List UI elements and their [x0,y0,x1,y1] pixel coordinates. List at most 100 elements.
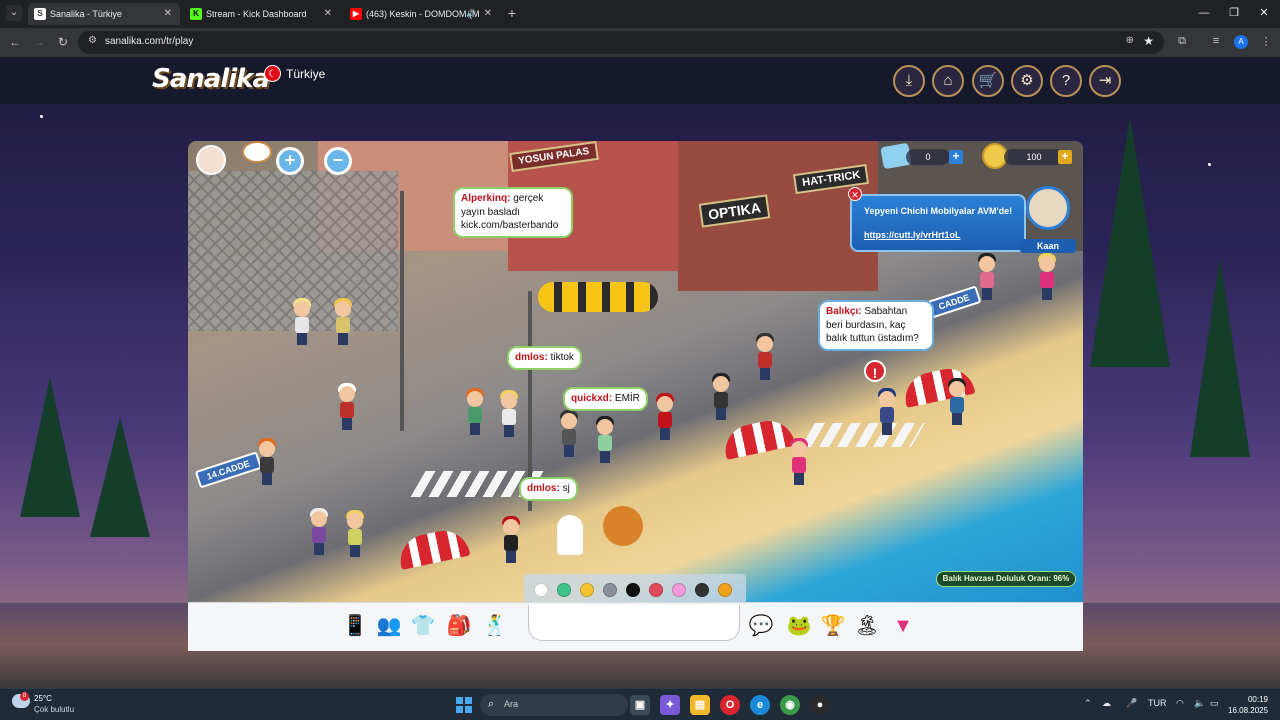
microphone-icon[interactable]: 🎤 [1126,698,1137,709]
swatch-orange[interactable] [718,583,732,597]
opera-icon[interactable]: O [720,695,740,715]
pet-icon[interactable]: 🐸 [784,611,814,641]
avatar[interactable] [878,388,896,435]
volume-icon[interactable]: 🔈 [1194,698,1205,709]
chrome-icon[interactable]: ◉ [780,695,800,715]
extensions-icon[interactable]: ⧉ [1174,35,1190,48]
avatar[interactable] [466,388,484,435]
restore-button[interactable]: ❐ [1224,4,1244,22]
home-button[interactable]: ⌂ [932,65,964,97]
tray-overflow-icon[interactable]: ⌃ [1084,698,1092,709]
close-tab-icon[interactable]: ✕ [164,3,172,25]
avatar[interactable] [500,390,518,437]
avatar[interactable] [948,378,966,425]
npc-avatar[interactable] [1026,186,1070,230]
avatar[interactable] [502,516,520,563]
chat-icon[interactable]: 💬 [746,611,776,641]
chat-username[interactable]: Alperkinq: [461,193,510,204]
avatar[interactable] [346,510,364,557]
chat-username[interactable]: Balıkçı: [826,306,862,317]
browser-menu-icon[interactable]: ⋮ [1258,35,1274,48]
battery-icon[interactable]: ▭ [1210,698,1219,709]
help-button[interactable]: ? [1050,65,1082,97]
announcement-banner[interactable]: Yepyeni Chichi Mobilyalar AVM'de! https:… [850,194,1026,252]
shop-cart-button[interactable]: 🛒 [972,65,1004,97]
back-button[interactable]: ← [6,34,24,50]
close-window-button[interactable]: ✕ [1254,4,1274,22]
zoom-in-button[interactable]: + [276,147,304,175]
language-indicator[interactable]: TUR [1148,698,1167,708]
avatar[interactable] [790,438,808,485]
avatar[interactable] [334,298,352,345]
avatar[interactable] [310,508,328,555]
tab-sanalika[interactable]: S Sanalika - Türkiye ✕ [28,3,180,25]
tab-kick-dashboard[interactable]: K Stream - Kick Dashboard ✕ [184,3,340,25]
chat-username[interactable]: dmlos: [515,352,548,363]
taskbar-clock[interactable]: 00:19 16.08.2025 [1228,694,1268,716]
edge-icon[interactable]: e [750,695,770,715]
add-diamonds-button[interactable]: + [949,150,963,164]
chat-username[interactable]: dmlos: [527,483,560,494]
chat-input[interactable] [528,605,740,641]
settings-button[interactable]: ⚙ [1011,65,1043,97]
close-tab-icon[interactable]: ✕ [484,3,492,25]
add-coins-button[interactable]: + [1058,150,1072,164]
phone-icon[interactable]: 📱 [340,611,370,641]
avatar[interactable] [712,373,730,420]
weather-desc[interactable]: Çok bulutlu [34,705,74,714]
swatch-green[interactable] [557,583,571,597]
quest-alert-icon[interactable]: ! [864,360,886,382]
close-announcement-icon[interactable]: ✕ [848,187,862,201]
swatch-gray[interactable] [603,583,617,597]
food-icon[interactable] [242,141,272,163]
avatar[interactable] [1038,253,1056,300]
task-view-icon[interactable]: ▣ [630,695,650,715]
profile-avatar-icon[interactable]: A [1234,35,1248,49]
avatar[interactable] [978,253,996,300]
swatch-yellow[interactable] [580,583,594,597]
taskbar-search[interactable]: ⌕ Ara [480,694,628,716]
minimize-button[interactable]: — [1194,4,1214,22]
network-icon[interactable]: ☁ [1102,698,1111,709]
friends-icon[interactable]: 👥 [374,611,404,641]
swatch-red[interactable] [649,583,663,597]
start-button[interactable] [456,697,472,713]
zoom-icon[interactable]: ⊕ [1126,35,1134,46]
announcement-link[interactable]: https://cutt.ly/vrHrt1oL [864,230,961,240]
wifi-icon[interactable]: ◠ [1176,698,1184,709]
player-avatar-icon[interactable] [196,145,226,175]
premium-icon[interactable]: ▼ [888,611,918,641]
avatar[interactable] [338,383,356,430]
chat-username[interactable]: quickxd: [571,393,612,404]
swatch-black[interactable] [626,583,640,597]
app-icon[interactable]: ● [810,695,830,715]
audio-playing-icon[interactable]: 🔊 [466,3,476,25]
avatar[interactable] [560,410,578,457]
dance-icon[interactable]: 🕺 [480,611,510,641]
media-control-icon[interactable]: ≡ [1208,35,1224,47]
swatch-pink[interactable] [672,583,686,597]
zoom-out-button[interactable]: − [324,147,352,175]
close-tab-icon[interactable]: ✕ [324,3,332,25]
bag-icon[interactable]: 🎒 [444,611,474,641]
logout-button[interactable]: ⇥ [1089,65,1121,97]
reload-button[interactable]: ↻ [54,34,72,50]
bookmark-star-icon[interactable]: ★ [1143,34,1154,48]
game-canvas[interactable]: YOSUN PALAS OPTIKA HAT-TRICK 14.CADDE CA… [188,141,1083,651]
avatar[interactable] [258,438,276,485]
trophy-icon[interactable]: 🏆 [818,611,848,641]
forward-button[interactable]: → [30,34,48,50]
weather-temp[interactable]: 25°C [34,694,52,703]
tab-search-button[interactable]: ⌄ [6,5,22,21]
new-tab-button[interactable]: + [504,4,520,22]
avatar-cookie[interactable] [602,506,643,556]
swatch-dark[interactable] [695,583,709,597]
island-icon[interactable]: 🏝 [852,611,882,641]
avatar[interactable] [596,416,614,463]
address-bar[interactable]: ⚙ sanalika.com/tr/play ⊕ ★ [78,31,1164,54]
bee-balloon[interactable] [538,282,658,312]
avatar-ghost[interactable] [556,515,584,559]
sanalika-logo[interactable]: Sanalika [152,64,270,94]
download-button[interactable]: ⤓ [893,65,925,97]
site-info-icon[interactable]: ⚙ [88,35,97,46]
